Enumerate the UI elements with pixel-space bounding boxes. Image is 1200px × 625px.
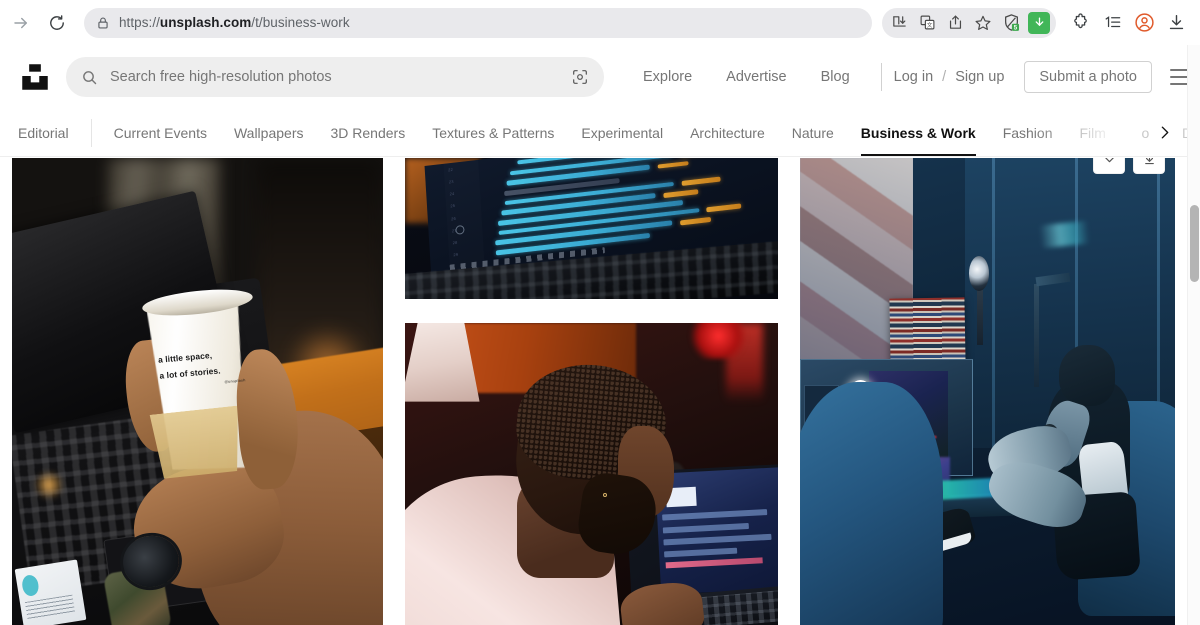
category-current-events[interactable]: Current Events — [114, 109, 207, 156]
photo-grid: a little space, a lot of stories. @unspl… — [0, 158, 1187, 625]
reading-list-icon[interactable] — [1096, 9, 1128, 37]
downloads-tray-icon[interactable] — [1160, 9, 1192, 37]
category-business-work[interactable]: Business & Work — [860, 109, 976, 156]
site-header: Explore Advertise Blog Log in / Sign up … — [0, 45, 1196, 109]
category-scroll: Current Events Wallpapers 3D Renders Tex… — [92, 109, 1187, 156]
download-icon — [1144, 158, 1154, 164]
nav-explore[interactable]: Explore — [643, 69, 692, 85]
lock-icon — [98, 16, 108, 29]
page-scrollbar[interactable] — [1187, 45, 1200, 625]
grid-column-2: 22 23 24 25 26 27 28 29 — [405, 158, 778, 625]
category-3d-renders[interactable]: 3D Renders — [330, 109, 405, 156]
category-film[interactable]: Film — [1080, 109, 1106, 156]
grid-column-1: a little space, a lot of stories. @unspl… — [12, 158, 383, 625]
photo-man-at-laptop-image — [405, 323, 778, 625]
nav-advertise[interactable]: Advertise — [726, 69, 786, 85]
url-text: https://unsplash.com/t/business-work — [119, 15, 350, 30]
grid-column-3 — [800, 158, 1175, 625]
address-bar[interactable]: https://unsplash.com/t/business-work — [84, 7, 872, 38]
category-nature[interactable]: Nature — [792, 109, 834, 156]
submit-photo-button[interactable]: Submit a photo — [1024, 61, 1152, 93]
photo-blue-gaming-room[interactable] — [800, 158, 1175, 625]
header-divider — [880, 63, 882, 91]
chevron-right-icon[interactable] — [1149, 117, 1179, 148]
photo-blue-gaming-room-image — [800, 158, 1175, 625]
header-nav: Explore Advertise Blog Log in / Sign up … — [604, 45, 1196, 109]
browser-toolbar: https://unsplash.com/t/business-work 文 5 — [0, 0, 1200, 45]
auth-separator: / — [942, 69, 947, 85]
signup-link[interactable]: Sign up — [955, 69, 1004, 85]
bookmark-star-icon[interactable] — [969, 9, 997, 37]
download-photo-button[interactable] — [1133, 158, 1165, 174]
cup-quote-line-1: a little space, — [157, 350, 212, 366]
reload-button[interactable] — [42, 8, 72, 38]
photo-action-buttons — [1093, 158, 1165, 174]
category-fashion[interactable]: Fashion — [1003, 109, 1053, 156]
extensions-puzzle-icon[interactable] — [1064, 9, 1096, 37]
coffee-cup-quote: a little space, a lot of stories. @unspl… — [157, 346, 245, 392]
photo-man-at-laptop[interactable] — [405, 323, 778, 625]
chevron-down-icon — [1104, 158, 1114, 162]
search-icon — [81, 69, 98, 86]
forward-arrow-icon — [14, 17, 27, 28]
category-wallpapers[interactable]: Wallpapers — [234, 109, 304, 156]
download-arrow-icon[interactable] — [1025, 9, 1053, 37]
category-nav: Editorial Current Events Wallpapers 3D R… — [0, 109, 1187, 157]
photo-code-editor-screen[interactable]: 22 23 24 25 26 27 28 29 — [405, 158, 778, 299]
site-security-button[interactable] — [96, 16, 110, 30]
cup-quote-line-2: a lot of stories. — [158, 365, 221, 381]
category-experimental[interactable]: Experimental — [581, 109, 663, 156]
search-input[interactable] — [108, 68, 563, 86]
category-textures-patterns[interactable]: Textures & Patterns — [432, 109, 554, 156]
reload-icon — [50, 14, 64, 30]
unsplash-logo[interactable] — [18, 60, 52, 94]
save-to-device-icon[interactable] — [885, 9, 913, 37]
photo-coffee-cup-laptop-image: a little space, a lot of stories. @unspl… — [12, 158, 383, 625]
category-architecture[interactable]: Architecture — [690, 109, 765, 156]
search-bar[interactable] — [66, 57, 604, 97]
browser-action-icons: 文 5 — [882, 7, 1200, 38]
forward-button[interactable] — [6, 8, 36, 38]
visual-search-icon[interactable] — [571, 68, 589, 86]
nav-blog[interactable]: Blog — [821, 69, 850, 85]
translate-icon[interactable]: 文 — [913, 9, 941, 37]
scrollbar-thumb[interactable] — [1190, 205, 1199, 282]
share-icon[interactable] — [941, 9, 969, 37]
profile-avatar-icon[interactable] — [1128, 9, 1160, 37]
photo-coffee-cup-laptop[interactable]: a little space, a lot of stories. @unspl… — [12, 158, 383, 625]
login-link[interactable]: Log in — [894, 69, 934, 85]
photo-code-editor-screen-image: 22 23 24 25 26 27 28 29 — [405, 158, 778, 299]
shield-blocker-icon[interactable]: 5 — [997, 9, 1025, 37]
browser-action-group: 文 5 — [882, 7, 1056, 38]
category-editorial[interactable]: Editorial — [18, 125, 91, 141]
add-to-collection-button[interactable] — [1093, 158, 1125, 174]
download-badge — [1028, 11, 1050, 34]
